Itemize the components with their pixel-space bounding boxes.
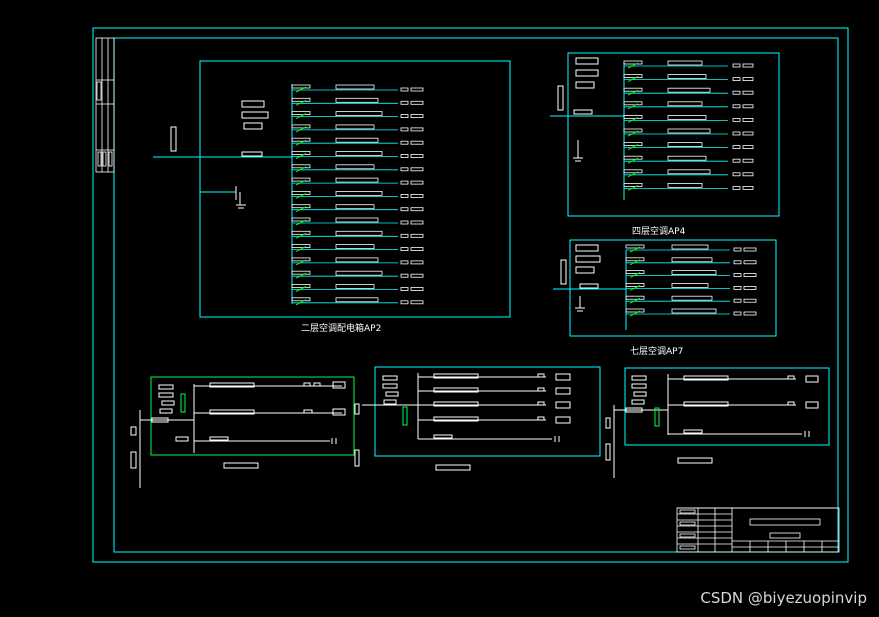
circuit-row — [623, 128, 754, 137]
circuit-row — [291, 190, 424, 199]
panel-bottom-middle — [362, 366, 611, 471]
circuit-row — [625, 257, 757, 266]
circuit-row — [623, 169, 754, 178]
circuit-row — [291, 297, 424, 306]
circuit-row — [625, 270, 757, 279]
circuit-row — [623, 142, 754, 151]
circuit-row — [291, 97, 424, 106]
panel-ap7 — [553, 239, 777, 337]
circuit-row — [291, 217, 424, 226]
circuit-row — [623, 60, 754, 69]
circuit-row — [623, 74, 754, 83]
circuit-row — [291, 257, 424, 266]
circuit-row — [291, 244, 424, 253]
caption-panel-ap7: 七层空调AP7 — [630, 347, 684, 357]
circuit-row — [291, 284, 424, 292]
circuit-row — [623, 101, 754, 110]
caption-panel-ap2: 二层空调配电箱AP2 — [301, 324, 382, 334]
circuit-row — [625, 295, 757, 304]
watermark: CSDN @biyezuopinvip — [700, 589, 867, 607]
circuit-row — [291, 270, 424, 279]
circuit-row — [623, 155, 754, 164]
panel-bottom-left — [130, 376, 360, 488]
circuit-row — [625, 244, 757, 253]
circuit-row — [625, 308, 757, 317]
circuit-row — [623, 87, 754, 96]
panel-ap2 — [153, 60, 511, 318]
circuit-row — [291, 164, 424, 173]
circuit-row — [291, 204, 424, 213]
circuit-row — [291, 151, 424, 159]
circuit-row — [291, 177, 424, 186]
circuit-row — [291, 124, 424, 133]
circuit-row — [623, 182, 754, 191]
cad-drawing — [92, 27, 849, 563]
panel-ap4 — [550, 52, 780, 217]
circuit-row — [623, 115, 754, 123]
circuit-row — [291, 84, 424, 93]
circuit-row — [625, 282, 757, 291]
binding-strip — [95, 37, 115, 173]
inner-frame — [113, 37, 839, 553]
circuit-row — [291, 137, 424, 146]
caption-panel-ap4: 四层空调AP4 — [632, 227, 686, 237]
panel-bottom-right — [613, 367, 830, 478]
title-block — [676, 507, 840, 553]
circuit-row — [291, 111, 424, 120]
circuit-row — [291, 230, 424, 239]
